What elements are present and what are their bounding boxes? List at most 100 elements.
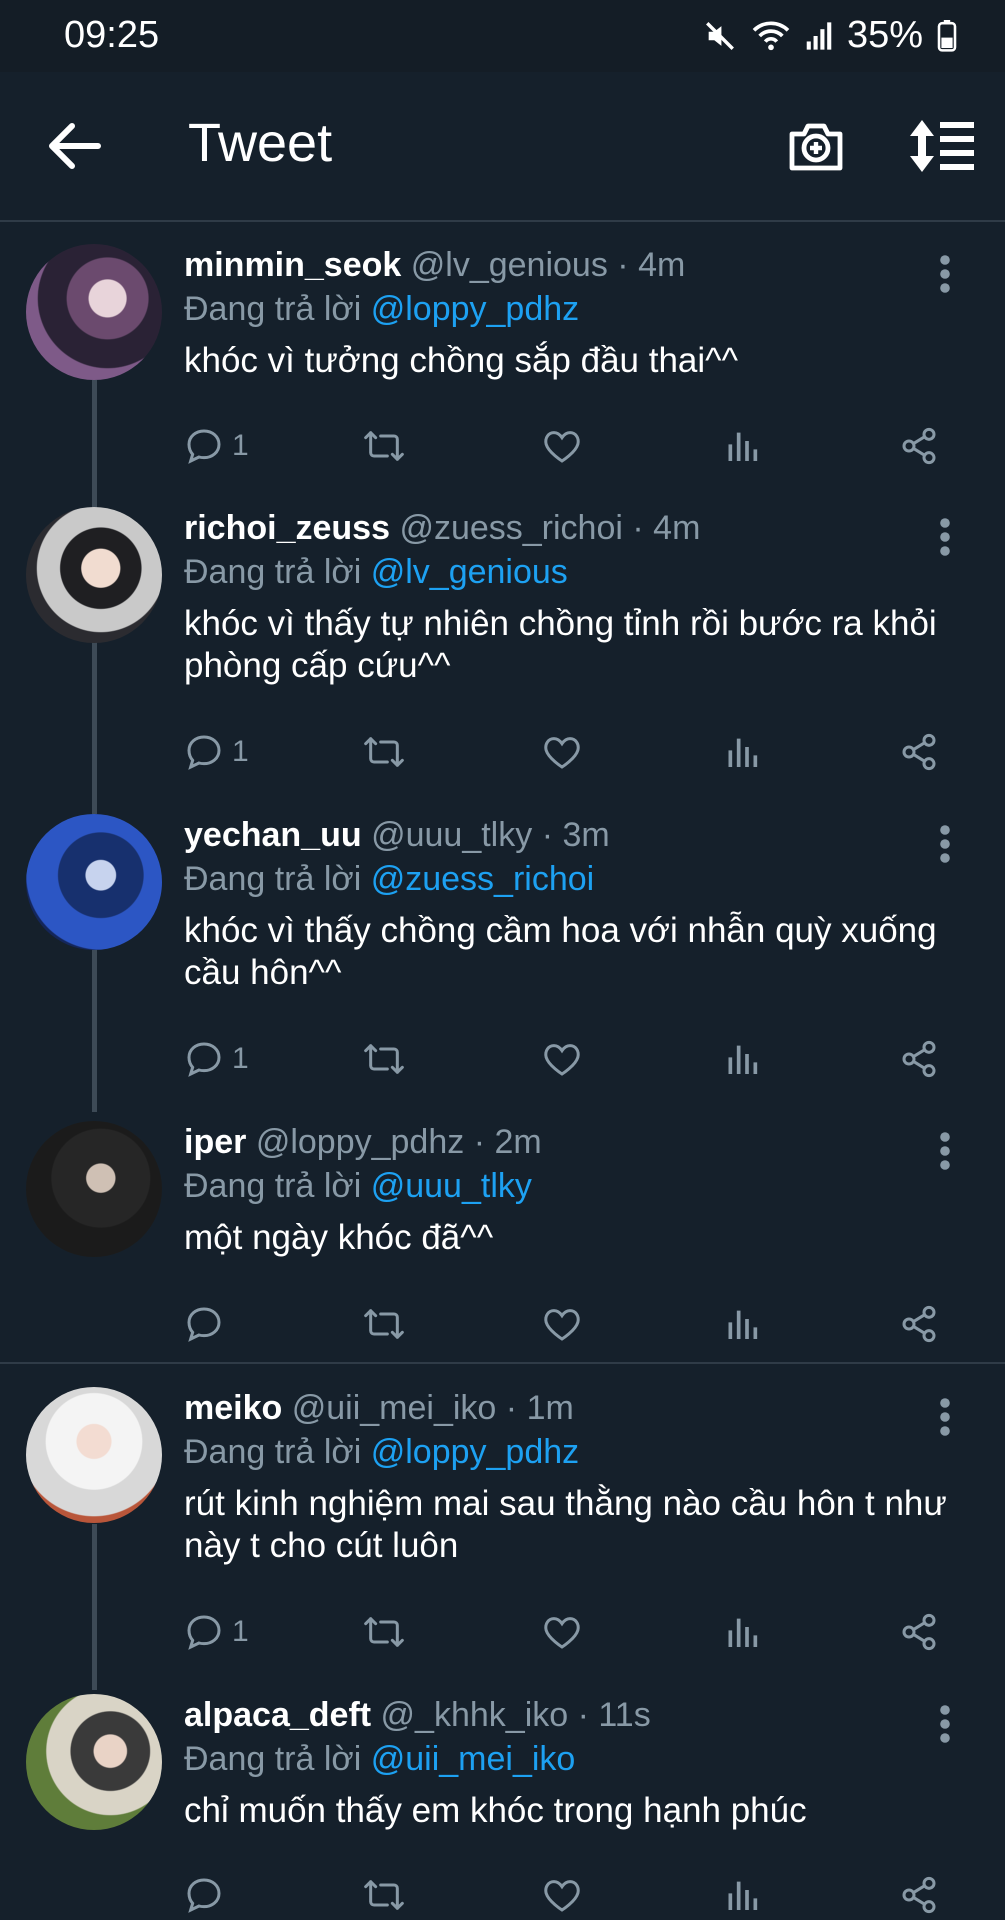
analytics-button[interactable] (724, 1607, 760, 1657)
avatar[interactable] (26, 1387, 162, 1523)
analytics-button[interactable] (724, 727, 760, 777)
mute-icon (703, 19, 737, 53)
reply-mention[interactable]: @uii_mei_iko (371, 1740, 576, 1778)
display-name[interactable]: minmin_seok (184, 246, 401, 284)
retweet-button[interactable] (362, 727, 406, 777)
reply-count: 1 (232, 735, 249, 768)
reply-mention[interactable]: @uuu_tlky (371, 1167, 532, 1205)
username: @uii_mei_iko (291, 1389, 497, 1427)
reply-button[interactable]: 1 (184, 421, 249, 471)
thread-line (92, 948, 97, 1112)
reply-icon (187, 1615, 221, 1650)
reply-mention[interactable]: @lv_genious (371, 553, 568, 591)
retweet-icon (364, 1880, 404, 1910)
heart-icon (544, 1617, 580, 1649)
reply-context: Đang trả lời @zuess_richoi (184, 860, 594, 899)
share-icon (902, 1613, 936, 1651)
reply-prefix: Đang trả lời (184, 553, 362, 591)
username: @lv_genious (410, 246, 608, 284)
sort-icon[interactable] (908, 116, 978, 176)
page-title: Tweet (188, 113, 333, 173)
share-icon (902, 733, 936, 771)
analytics-button[interactable] (724, 1034, 760, 1084)
share-button[interactable] (898, 1870, 940, 1920)
retweet-button[interactable] (362, 1299, 406, 1349)
username: @_khhk_iko (380, 1696, 569, 1734)
retweet-icon (364, 1309, 404, 1339)
reply-icon (187, 429, 221, 464)
share-button[interactable] (898, 1299, 940, 1349)
analytics-icon (728, 738, 758, 767)
share-icon (902, 1305, 936, 1343)
display-name[interactable]: iper (184, 1123, 246, 1161)
reply-mention[interactable]: @loppy_pdhz (371, 1433, 579, 1471)
reply-button[interactable]: 1 (184, 727, 249, 777)
reply-button[interactable]: 1 (184, 1607, 249, 1657)
status-icons: 35% (703, 14, 957, 57)
like-button[interactable] (542, 421, 582, 471)
retweet-button[interactable] (362, 1034, 406, 1084)
thread-line (92, 1524, 97, 1690)
display-name[interactable]: richoi_zeuss (184, 509, 390, 547)
tweet-actions (184, 1299, 964, 1349)
tweet-text: chỉ muốn thấy em khóc trong hạnh phúc (184, 1791, 807, 1830)
display-name[interactable]: meiko (184, 1389, 282, 1427)
tweet-header: minmin_seok @lv_genious · 4m (184, 246, 686, 284)
tweet-text: khóc vì thấy chồng cầm hoa với nhẫn quỳ … (184, 911, 937, 992)
heart-icon (544, 737, 580, 769)
display-name[interactable]: alpaca_deft (184, 1696, 371, 1734)
retweet-button[interactable] (362, 421, 406, 471)
more-vertical-icon[interactable] (935, 252, 955, 296)
like-button[interactable] (542, 1870, 582, 1920)
display-name[interactable]: yechan_uu (184, 816, 362, 854)
reply-mention[interactable]: @zuess_richoi (371, 860, 595, 898)
reply-context: Đang trả lời @loppy_pdhz (184, 290, 579, 329)
more-vertical-icon[interactable] (935, 822, 955, 866)
username: @zuess_richoi (399, 509, 623, 547)
reply-button[interactable] (184, 1299, 232, 1349)
avatar[interactable] (26, 1694, 162, 1830)
avatar[interactable] (26, 244, 162, 380)
share-button[interactable] (898, 1607, 940, 1657)
username: @uuu_tlky (371, 816, 533, 854)
reply-prefix: Đang trả lời (184, 1740, 362, 1778)
like-button[interactable] (542, 1034, 582, 1084)
reply-icon (187, 735, 221, 770)
signal-icon (805, 21, 833, 51)
more-vertical-icon[interactable] (935, 515, 955, 559)
reply-icon (187, 1042, 221, 1077)
reply-prefix: Đang trả lời (184, 860, 362, 898)
analytics-icon (728, 432, 758, 461)
analytics-button[interactable] (724, 421, 760, 471)
like-button[interactable] (542, 1299, 582, 1349)
share-button[interactable] (898, 1034, 940, 1084)
share-button[interactable] (898, 421, 940, 471)
retweet-button[interactable] (362, 1607, 406, 1657)
app-header: Tweet (0, 72, 1005, 222)
retweet-icon (364, 737, 404, 767)
reply-button[interactable] (184, 1870, 232, 1920)
analytics-icon (728, 1310, 758, 1339)
more-vertical-icon[interactable] (935, 1129, 955, 1173)
more-vertical-icon[interactable] (935, 1702, 955, 1746)
camera-add-icon[interactable] (786, 116, 846, 176)
tweet-time: 4m (653, 509, 701, 547)
analytics-button[interactable] (724, 1299, 760, 1349)
more-vertical-icon[interactable] (935, 1395, 955, 1439)
retweet-button[interactable] (362, 1870, 406, 1920)
tweet-actions: 1 (184, 1034, 964, 1084)
reply-button[interactable]: 1 (184, 1034, 249, 1084)
analytics-button[interactable] (724, 1870, 760, 1920)
reply-mention[interactable]: @loppy_pdhz (371, 290, 579, 328)
avatar[interactable] (26, 1121, 162, 1257)
tweet-header: richoi_zeuss @zuess_richoi · 4m (184, 509, 701, 547)
avatar[interactable] (26, 814, 162, 950)
avatar[interactable] (26, 507, 162, 643)
like-button[interactable] (542, 727, 582, 777)
reply-count: 1 (232, 1615, 249, 1648)
share-button[interactable] (898, 727, 940, 777)
tweet-text: khóc vì tưởng chồng sắp đầu thai^^ (184, 341, 739, 380)
back-arrow-icon[interactable] (44, 118, 104, 174)
like-button[interactable] (542, 1607, 582, 1657)
reply-prefix: Đang trả lời (184, 1167, 362, 1205)
